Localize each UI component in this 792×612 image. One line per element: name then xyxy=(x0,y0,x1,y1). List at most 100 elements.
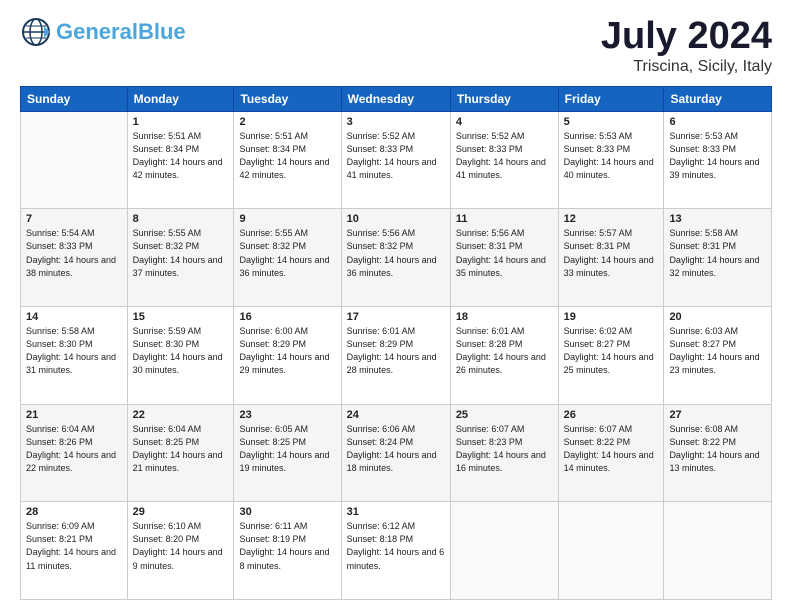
day-number: 15 xyxy=(133,311,229,323)
globe-icon xyxy=(20,16,52,48)
day-number: 4 xyxy=(456,116,553,128)
col-header-tuesday: Tuesday xyxy=(234,86,341,111)
day-number: 18 xyxy=(456,311,553,323)
day-cell: 26Sunrise: 6:07 AMSunset: 8:22 PMDayligh… xyxy=(558,404,664,502)
day-number: 2 xyxy=(239,116,335,128)
logo-blue: Blue xyxy=(138,19,186,44)
cell-info: Sunrise: 6:07 AMSunset: 8:23 PMDaylight:… xyxy=(456,423,553,475)
cell-info: Sunrise: 6:11 AMSunset: 8:19 PMDaylight:… xyxy=(239,520,335,572)
cell-info: Sunrise: 6:04 AMSunset: 8:25 PMDaylight:… xyxy=(133,423,229,475)
day-cell: 27Sunrise: 6:08 AMSunset: 8:22 PMDayligh… xyxy=(664,404,772,502)
day-number: 6 xyxy=(669,116,766,128)
page: GeneralBlue July 2024 Triscina, Sicily, … xyxy=(0,0,792,612)
day-cell: 18 Sunrise: 6:01 AMSunset: 8:28 PMDayligh… xyxy=(450,307,558,405)
day-number: 5 xyxy=(564,116,659,128)
day-cell: 21 Sunrise: 6:04 AMSunset: 8:26 PMDayligh… xyxy=(21,404,128,502)
day-cell: 5Sunrise: 5:53 AMSunset: 8:33 PMDaylight… xyxy=(558,111,664,209)
day-number: 8 xyxy=(133,213,229,225)
cell-info: Sunrise: 5:55 AMSunset: 8:32 PMDaylight:… xyxy=(133,227,229,279)
day-cell: 2Sunrise: 5:51 AMSunset: 8:34 PMDaylight… xyxy=(234,111,341,209)
cell-info: Sunrise: 5:51 AMSunset: 8:34 PMDaylight:… xyxy=(133,130,229,182)
day-number: 25 xyxy=(456,409,553,421)
day-number: 16 xyxy=(239,311,335,323)
day-cell: 6Sunrise: 5:53 AMSunset: 8:33 PMDaylight… xyxy=(664,111,772,209)
col-header-thursday: Thursday xyxy=(450,86,558,111)
day-cell: 17 Sunrise: 6:01 AMSunset: 8:29 PMDayligh… xyxy=(341,307,450,405)
day-cell: 12Sunrise: 5:57 AMSunset: 8:31 PMDayligh… xyxy=(558,209,664,307)
cell-info: Sunrise: 6:10 AMSunset: 8:20 PMDaylight:… xyxy=(133,520,229,572)
cell-info: Sunrise: 6:04 AMSunset: 8:26 PMDaylight:… xyxy=(26,423,122,475)
day-cell: 23 Sunrise: 6:05 AMSunset: 8:25 PMDayligh… xyxy=(234,404,341,502)
day-number: 27 xyxy=(669,409,766,421)
day-cell: 8 Sunrise: 5:55 AMSunset: 8:32 PMDaylight… xyxy=(127,209,234,307)
week-row-5: 28 Sunrise: 6:09 AMSunset: 8:21 PMDayligh… xyxy=(21,502,772,600)
cell-info: Sunrise: 5:59 AMSunset: 8:30 PMDaylight:… xyxy=(133,325,229,377)
cell-info: Sunrise: 6:05 AMSunset: 8:25 PMDaylight:… xyxy=(239,423,335,475)
location: Triscina, Sicily, Italy xyxy=(601,58,772,76)
day-number: 12 xyxy=(564,213,659,225)
header: GeneralBlue July 2024 Triscina, Sicily, … xyxy=(20,16,772,76)
day-cell: 13Sunrise: 5:58 AMSunset: 8:31 PMDayligh… xyxy=(664,209,772,307)
cell-info: Sunrise: 6:09 AMSunset: 8:21 PMDaylight:… xyxy=(26,520,122,572)
month-title: July 2024 xyxy=(601,16,772,58)
col-header-sunday: Sunday xyxy=(21,86,128,111)
col-header-monday: Monday xyxy=(127,86,234,111)
cell-info: Sunrise: 6:01 AMSunset: 8:28 PMDaylight:… xyxy=(456,325,553,377)
day-cell: 1 Sunrise: 5:51 AMSunset: 8:34 PMDaylight… xyxy=(127,111,234,209)
day-cell xyxy=(450,502,558,600)
day-cell: 30 Sunrise: 6:11 AMSunset: 8:19 PMDayligh… xyxy=(234,502,341,600)
cell-info: Sunrise: 6:01 AMSunset: 8:29 PMDaylight:… xyxy=(347,325,445,377)
cell-info: Sunrise: 6:02 AMSunset: 8:27 PMDaylight:… xyxy=(564,325,659,377)
day-number: 11 xyxy=(456,213,553,225)
day-number: 31 xyxy=(347,506,445,518)
day-number: 20 xyxy=(669,311,766,323)
day-number: 24 xyxy=(347,409,445,421)
day-cell: 24 Sunrise: 6:06 AMSunset: 8:24 PMDayligh… xyxy=(341,404,450,502)
day-cell: 16 Sunrise: 6:00 AMSunset: 8:29 PMDayligh… xyxy=(234,307,341,405)
cell-info: Sunrise: 6:06 AMSunset: 8:24 PMDaylight:… xyxy=(347,423,445,475)
day-number: 26 xyxy=(564,409,659,421)
cell-info: Sunrise: 5:58 AMSunset: 8:30 PMDaylight:… xyxy=(26,325,122,377)
cell-info: Sunrise: 5:52 AMSunset: 8:33 PMDaylight:… xyxy=(456,130,553,182)
day-cell: 20Sunrise: 6:03 AMSunset: 8:27 PMDayligh… xyxy=(664,307,772,405)
cell-info: Sunrise: 5:52 AMSunset: 8:33 PMDaylight:… xyxy=(347,130,445,182)
cell-info: Sunrise: 5:54 AMSunset: 8:33 PMDaylight:… xyxy=(26,227,122,279)
day-number: 29 xyxy=(133,506,229,518)
week-row-1: 1 Sunrise: 5:51 AMSunset: 8:34 PMDaylight… xyxy=(21,111,772,209)
day-cell: 10Sunrise: 5:56 AMSunset: 8:32 PMDayligh… xyxy=(341,209,450,307)
day-cell: 22 Sunrise: 6:04 AMSunset: 8:25 PMDayligh… xyxy=(127,404,234,502)
day-cell: 9 Sunrise: 5:55 AMSunset: 8:32 PMDaylight… xyxy=(234,209,341,307)
day-cell xyxy=(21,111,128,209)
day-number: 21 xyxy=(26,409,122,421)
day-number: 3 xyxy=(347,116,445,128)
cell-info: Sunrise: 5:56 AMSunset: 8:31 PMDaylight:… xyxy=(456,227,553,279)
day-cell xyxy=(664,502,772,600)
day-number: 30 xyxy=(239,506,335,518)
week-row-3: 14 Sunrise: 5:58 AMSunset: 8:30 PMDayligh… xyxy=(21,307,772,405)
day-number: 9 xyxy=(239,213,335,225)
day-cell: 28 Sunrise: 6:09 AMSunset: 8:21 PMDayligh… xyxy=(21,502,128,600)
calendar-table: SundayMondayTuesdayWednesdayThursdayFrid… xyxy=(20,86,772,600)
logo: GeneralBlue xyxy=(20,16,186,48)
day-cell: 7Sunrise: 5:54 AMSunset: 8:33 PMDaylight… xyxy=(21,209,128,307)
day-cell: 4 Sunrise: 5:52 AMSunset: 8:33 PMDaylight… xyxy=(450,111,558,209)
day-cell: 3 Sunrise: 5:52 AMSunset: 8:33 PMDaylight… xyxy=(341,111,450,209)
cell-info: Sunrise: 6:00 AMSunset: 8:29 PMDaylight:… xyxy=(239,325,335,377)
cell-info: Sunrise: 6:12 AMSunset: 8:18 PMDaylight:… xyxy=(347,520,445,572)
day-cell: 25 Sunrise: 6:07 AMSunset: 8:23 PMDayligh… xyxy=(450,404,558,502)
day-number: 14 xyxy=(26,311,122,323)
logo-general: General xyxy=(56,19,138,44)
day-number: 22 xyxy=(133,409,229,421)
day-cell: 29 Sunrise: 6:10 AMSunset: 8:20 PMDayligh… xyxy=(127,502,234,600)
day-number: 17 xyxy=(347,311,445,323)
col-header-saturday: Saturday xyxy=(664,86,772,111)
cell-info: Sunrise: 5:55 AMSunset: 8:32 PMDaylight:… xyxy=(239,227,335,279)
day-number: 23 xyxy=(239,409,335,421)
day-number: 10 xyxy=(347,213,445,225)
day-cell: 14 Sunrise: 5:58 AMSunset: 8:30 PMDayligh… xyxy=(21,307,128,405)
day-number: 28 xyxy=(26,506,122,518)
week-row-4: 21 Sunrise: 6:04 AMSunset: 8:26 PMDayligh… xyxy=(21,404,772,502)
week-row-2: 7Sunrise: 5:54 AMSunset: 8:33 PMDaylight… xyxy=(21,209,772,307)
day-number: 1 xyxy=(133,116,229,128)
col-header-friday: Friday xyxy=(558,86,664,111)
